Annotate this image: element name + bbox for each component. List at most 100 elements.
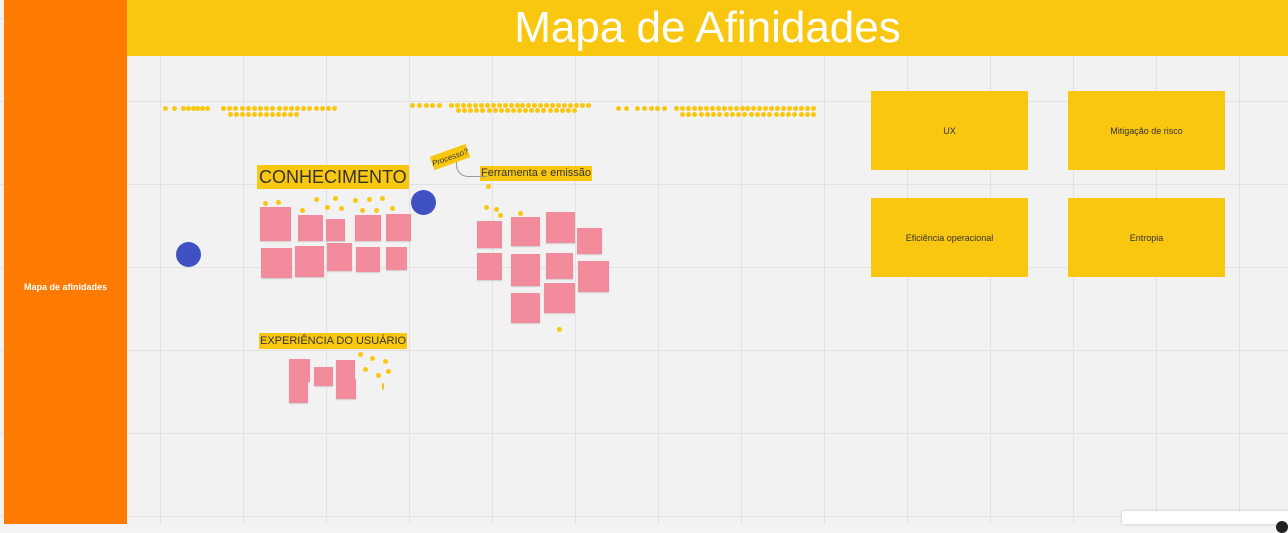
voting-dot[interactable] xyxy=(270,112,275,117)
voting-dot[interactable] xyxy=(325,106,331,111)
voting-dot[interactable] xyxy=(648,106,654,111)
pink-sticky-note[interactable] xyxy=(577,228,602,254)
voting-dot[interactable] xyxy=(240,112,245,117)
voting-dot[interactable] xyxy=(721,106,727,111)
voting-dot[interactable] xyxy=(370,356,375,361)
pink-sticky-note[interactable] xyxy=(546,212,575,243)
voting-dot[interactable] xyxy=(723,112,729,117)
voting-dot[interactable] xyxy=(339,206,344,211)
voting-dot[interactable] xyxy=(295,106,300,111)
voting-dot[interactable] xyxy=(492,108,498,113)
voting-dot[interactable] xyxy=(294,112,299,117)
voting-dot[interactable] xyxy=(325,205,330,210)
voting-dot[interactable] xyxy=(504,108,510,113)
voting-dot[interactable] xyxy=(698,112,704,117)
pink-sticky-note[interactable] xyxy=(261,248,292,278)
voting-dot[interactable] xyxy=(437,103,442,108)
pink-sticky-note[interactable] xyxy=(295,246,324,277)
voting-dot[interactable] xyxy=(498,213,503,218)
category-sticky-efficiency[interactable]: Eficiência operacional xyxy=(871,198,1028,277)
voting-dot[interactable] xyxy=(263,201,268,206)
voting-dot[interactable] xyxy=(449,103,454,108)
voting-dot[interactable] xyxy=(319,106,325,111)
voting-dot[interactable] xyxy=(754,112,760,117)
voting-dot[interactable] xyxy=(163,106,168,111)
voting-dot[interactable] xyxy=(727,106,733,111)
voting-dot[interactable] xyxy=(580,103,586,108)
voting-dot[interactable] xyxy=(382,383,384,390)
voting-dot[interactable] xyxy=(386,369,391,374)
pink-sticky-note[interactable] xyxy=(260,207,291,241)
voting-dot[interactable] xyxy=(252,112,257,117)
voting-dot[interactable] xyxy=(697,106,703,111)
voting-dot[interactable] xyxy=(662,106,667,111)
voting-dot[interactable] xyxy=(624,106,629,111)
voting-dot[interactable] xyxy=(205,106,210,111)
pink-sticky-note[interactable] xyxy=(578,261,609,292)
connector-line[interactable] xyxy=(456,162,487,177)
blue-circle-shape[interactable] xyxy=(411,190,436,215)
frame-sidebar[interactable]: Mapa de afinidades xyxy=(4,0,127,524)
voting-dot[interactable] xyxy=(300,208,305,213)
voting-dot[interactable] xyxy=(367,197,372,202)
voting-dot[interactable] xyxy=(423,103,429,108)
voting-dot[interactable] xyxy=(811,112,816,117)
voting-dot[interactable] xyxy=(510,108,516,113)
voting-dot[interactable] xyxy=(246,112,251,117)
voting-dot[interactable] xyxy=(228,112,233,117)
pink-sticky-note[interactable] xyxy=(326,219,345,241)
category-sticky-entropy[interactable]: Entropia xyxy=(1068,198,1225,277)
voting-dot[interactable] xyxy=(276,200,281,205)
pink-sticky-note[interactable] xyxy=(386,214,411,241)
voting-dot[interactable] xyxy=(748,112,754,117)
voting-dot[interactable] xyxy=(486,108,492,113)
voting-dot[interactable] xyxy=(811,106,816,111)
pink-sticky-note[interactable] xyxy=(477,221,502,248)
voting-dot[interactable] xyxy=(363,367,368,372)
pink-sticky-note[interactable] xyxy=(386,247,407,270)
group-label-conhecimento[interactable]: CONHECIMENTO xyxy=(257,165,409,189)
voting-dot[interactable] xyxy=(679,106,685,111)
voting-dot[interactable] xyxy=(715,106,721,111)
voting-dot[interactable] xyxy=(685,106,691,111)
voting-dot[interactable] xyxy=(353,198,358,203)
voting-dot[interactable] xyxy=(234,112,239,117)
voting-dot[interactable] xyxy=(251,106,257,111)
voting-dot[interactable] xyxy=(553,108,559,113)
voting-dot[interactable] xyxy=(221,106,226,111)
voting-dot[interactable] xyxy=(547,108,553,113)
voting-dot[interactable] xyxy=(360,208,365,213)
voting-dot[interactable] xyxy=(333,196,338,201)
voting-dot[interactable] xyxy=(410,103,415,108)
pink-sticky-note[interactable] xyxy=(546,253,573,279)
voting-dot[interactable] xyxy=(172,106,177,111)
voting-dot[interactable] xyxy=(680,112,685,117)
voting-dot[interactable] xyxy=(374,208,379,213)
voting-dot[interactable] xyxy=(733,106,739,111)
voting-dot[interactable] xyxy=(380,196,385,201)
voting-dot[interactable] xyxy=(518,211,523,216)
voting-dot[interactable] xyxy=(486,184,491,189)
pink-sticky-note[interactable] xyxy=(289,382,308,403)
voting-dot[interactable] xyxy=(674,106,679,111)
voting-dot[interactable] xyxy=(641,106,647,111)
voting-dot[interactable] xyxy=(313,106,319,111)
voting-dot[interactable] xyxy=(804,112,810,117)
voting-dot[interactable] xyxy=(258,106,263,111)
voting-dot[interactable] xyxy=(616,106,621,111)
voting-dot[interactable] xyxy=(704,112,710,117)
voting-dot[interactable] xyxy=(264,112,269,117)
voting-dot[interactable] xyxy=(798,112,804,117)
bottom-right-panel[interactable] xyxy=(1122,511,1288,533)
voting-dot[interactable] xyxy=(282,106,288,111)
voting-dot[interactable] xyxy=(572,108,577,113)
voting-dot[interactable] xyxy=(245,106,251,111)
voting-dot[interactable] xyxy=(314,197,319,202)
voting-dot[interactable] xyxy=(288,106,294,111)
voting-dot[interactable] xyxy=(276,106,282,111)
pink-sticky-note[interactable] xyxy=(511,217,540,246)
voting-dot[interactable] xyxy=(416,103,422,108)
avatar-icon[interactable] xyxy=(1276,521,1288,533)
voting-dot[interactable] xyxy=(288,112,293,117)
voting-dot[interactable] xyxy=(484,205,489,210)
